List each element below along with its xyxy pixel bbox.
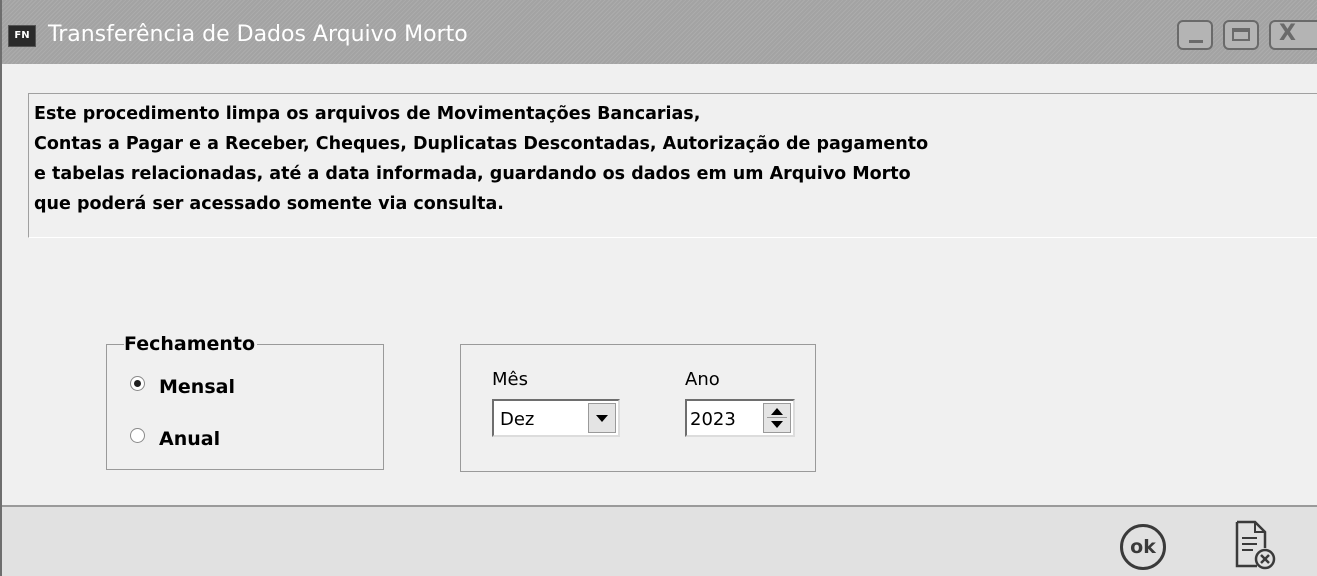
spin-up-icon[interactable] xyxy=(771,408,783,415)
spin-down-icon[interactable] xyxy=(771,421,783,428)
radio-checked-icon[interactable] xyxy=(130,376,145,391)
info-panel: Este procedimento limpa os arquivos de M… xyxy=(28,93,1317,238)
maximize-icon xyxy=(1232,28,1250,41)
ok-button[interactable]: ok xyxy=(1120,524,1166,570)
cancel-button[interactable] xyxy=(1233,520,1279,572)
mes-dropdown-button[interactable] xyxy=(588,403,616,433)
radio-mensal-label: Mensal xyxy=(159,376,235,398)
close-button[interactable]: X xyxy=(1269,20,1317,50)
minimize-button[interactable] xyxy=(1177,20,1213,50)
radio-unchecked-icon[interactable] xyxy=(130,428,145,443)
radio-anual[interactable]: Anual xyxy=(130,428,220,450)
minimize-icon xyxy=(1189,40,1203,43)
radio-anual-label: Anual xyxy=(159,428,221,450)
spin-divider xyxy=(767,417,787,418)
title-bar[interactable]: FN Transferência de Dados Arquivo Morto … xyxy=(2,0,1317,64)
ano-spin-value: 2023 xyxy=(690,409,736,430)
info-line-4: que poderá ser acessado somente via cons… xyxy=(34,194,504,214)
mes-select-value: Dez xyxy=(500,409,535,430)
ano-label: Ano xyxy=(685,369,720,390)
radio-mensal[interactable]: Mensal xyxy=(130,376,235,398)
fechamento-groupbox xyxy=(106,344,384,470)
cancel-document-icon xyxy=(1235,520,1276,570)
mes-label: Mês xyxy=(492,369,528,390)
app-icon: FN xyxy=(8,25,36,47)
info-line-1: Este procedimento limpa os arquivos de M… xyxy=(34,104,701,124)
mes-select[interactable]: Dez xyxy=(492,399,620,437)
ano-spin-input[interactable]: 2023 xyxy=(685,399,795,437)
chevron-down-icon xyxy=(596,415,608,422)
info-line-3: e tabelas relacionadas, até a data infor… xyxy=(34,164,911,184)
ano-spin-buttons[interactable] xyxy=(763,403,791,433)
transfer-dialog-window: FN Transferência de Dados Arquivo Morto … xyxy=(0,0,1317,576)
window-title: Transferência de Dados Arquivo Morto xyxy=(48,22,468,47)
info-line-2: Contas a Pagar e a Receber, Cheques, Dup… xyxy=(34,134,929,154)
fechamento-label: Fechamento xyxy=(124,333,258,355)
maximize-button[interactable] xyxy=(1223,20,1259,50)
close-icon: X xyxy=(1279,21,1296,46)
